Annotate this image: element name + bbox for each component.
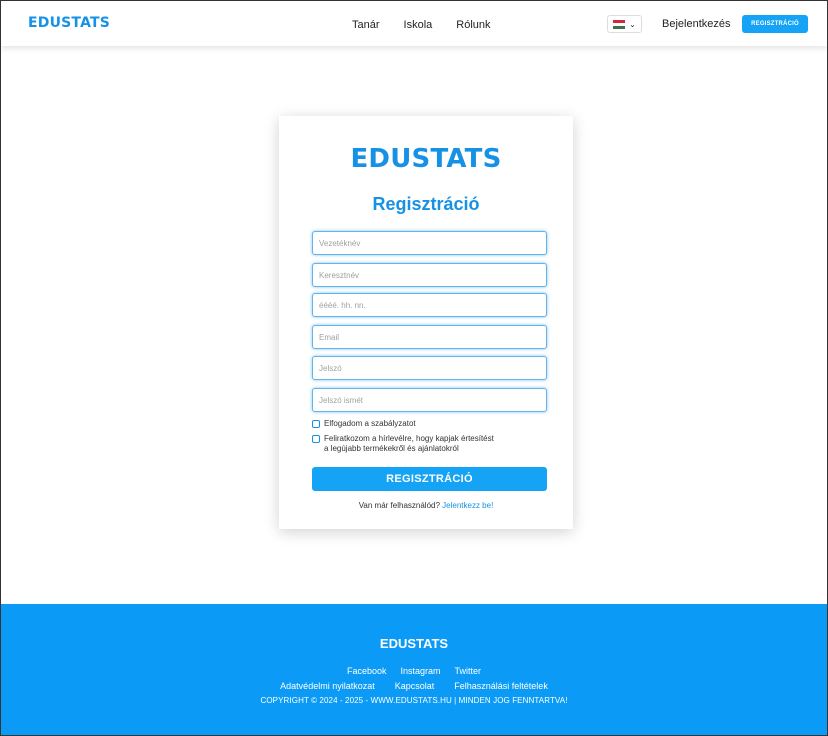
have-account-label: Van már felhasználód? [358,501,440,510]
accept-terms-row: Elfogadom a szabályzatot [312,419,416,429]
newsletter-label: Feliratkozom a hírlevélre, hogy kapjak é… [324,434,494,454]
password-confirm-input[interactable] [312,388,547,412]
password-input[interactable] [312,356,547,380]
lastname-input[interactable] [312,231,547,255]
email-input[interactable] [312,325,547,349]
newsletter-label-line2: a legújabb termékekről és ajánlatokról [324,444,459,453]
newsletter-row: Feliratkozom a hírlevélre, hogy kapjak é… [312,434,494,454]
footer-link-privacy[interactable]: Adatvédelmi nyilatkozat [280,681,375,691]
footer: EDUSTATS Facebook Instagram Twitter Adat… [1,604,827,735]
registration-card: EDUSTATS Regisztráció Elfogadom a szabál… [279,116,573,529]
page-title: Regisztráció [372,194,480,214]
nav-link-rolunk[interactable]: Rólunk [456,19,490,31]
nav-link-tanar[interactable]: Tanár [352,19,380,31]
have-account-text: Van már felhasználód? Jelentkezz be! [279,501,573,510]
accept-terms-label: Elfogadom a szabályzatot [324,419,416,428]
footer-logo: EDUSTATS [379,636,449,651]
register-button[interactable]: REGISZTRÁCIÓ [742,15,808,33]
footer-legal-links: Adatvédelmi nyilatkozat Kapcsolat Felhas… [1,681,827,691]
nav-link-iskola[interactable]: Iskola [404,19,433,31]
footer-link-instagram[interactable]: Instagram [400,666,440,676]
accept-terms-checkbox[interactable] [312,420,320,428]
footer-link-contact[interactable]: Kapcsolat [395,681,435,691]
newsletter-label-line1: Feliratkozom a hírlevélre, hogy kapjak é… [324,434,494,443]
top-navbar: EDUSTATS Tanár Iskola Rólunk ⌄ Bejelentk… [1,1,827,46]
copyright-text: COPYRIGHT © 2024 - 2025 - WWW.EDUSTATS.H… [260,696,568,705]
login-link[interactable]: Bejelentkezés [662,18,731,30]
birthdate-input[interactable] [312,293,547,317]
main-nav: Tanár Iskola Rólunk [352,19,491,31]
chevron-down-icon: ⌄ [629,19,636,29]
page: EDUSTATS Tanár Iskola Rólunk ⌄ Bejelentk… [0,0,828,736]
footer-link-twitter[interactable]: Twitter [455,666,482,676]
footer-social-links: Facebook Instagram Twitter [1,666,827,676]
card-logo: EDUSTATS [350,144,502,174]
header-logo[interactable]: EDUSTATS [28,15,110,31]
newsletter-checkbox[interactable] [312,435,320,443]
login-link-card[interactable]: Jelentkezz be! [442,501,493,510]
hungary-flag-icon [613,19,626,29]
firstname-input[interactable] [312,263,547,287]
footer-link-facebook[interactable]: Facebook [347,666,387,676]
submit-register-button[interactable]: REGISZTRÁCIÓ [312,467,547,491]
language-selector[interactable]: ⌄ [607,15,642,33]
footer-link-terms[interactable]: Felhasználási feltételek [454,681,548,691]
